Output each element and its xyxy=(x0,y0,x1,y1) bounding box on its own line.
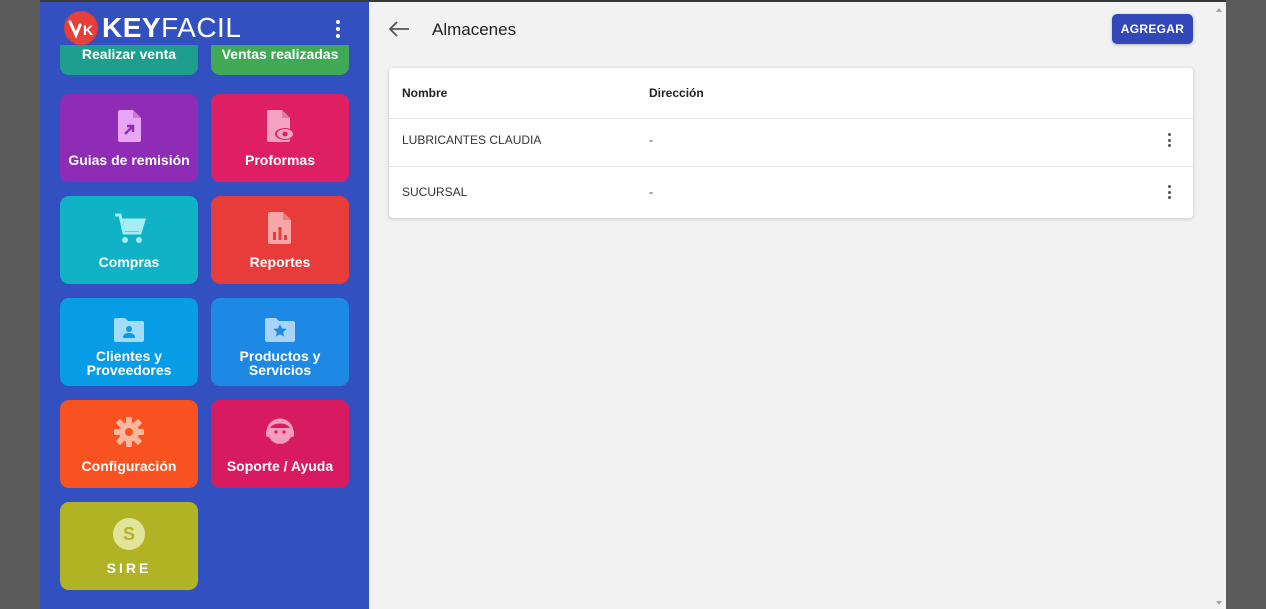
tile-label: Realizar venta xyxy=(81,46,177,62)
column-header-nombre[interactable]: Nombre xyxy=(402,86,447,100)
sire-coin-icon: S xyxy=(112,516,146,552)
tile-label: Configuración xyxy=(81,458,177,474)
tile-soporte-ayuda[interactable]: Soporte / Ayuda xyxy=(211,400,349,488)
document-arrow-icon xyxy=(112,108,146,144)
scroll-down-arrow-icon[interactable] xyxy=(1216,601,1222,605)
sidebar-menu-kebab-icon[interactable] xyxy=(332,18,344,40)
document-eye-icon xyxy=(263,108,297,144)
vertical-scrollbar[interactable] xyxy=(1213,2,1226,609)
page-title: Almacenes xyxy=(432,20,517,39)
tile-sire[interactable]: S SIRE xyxy=(60,502,198,590)
sidebar: K KEYFACIL Realizar venta Ventas realiza… xyxy=(40,2,369,609)
add-button[interactable]: AGREGAR xyxy=(1112,14,1193,44)
svg-text:S: S xyxy=(123,524,135,544)
shopping-cart-icon xyxy=(112,210,147,246)
support-agent-icon xyxy=(263,414,297,450)
folder-person-icon xyxy=(112,312,146,348)
back-arrow-icon[interactable] xyxy=(387,19,411,39)
logo-mark-icon: K xyxy=(64,11,98,45)
brand-name-light: FACIL xyxy=(161,12,242,43)
gear-icon xyxy=(112,414,146,450)
tile-productos-y-servicios[interactable]: Productos y Servicios xyxy=(211,298,349,386)
warehouses-table: Nombre Dirección LUBRICANTES CLAUDIA - S… xyxy=(389,68,1193,218)
brand-name-bold: KEY xyxy=(102,12,162,43)
tile-label: Ventas realizadas xyxy=(221,46,339,62)
brand-logo[interactable]: K KEYFACIL xyxy=(64,11,241,45)
cell-nombre: LUBRICANTES CLAUDIA xyxy=(402,133,542,147)
scroll-up-arrow-icon[interactable] xyxy=(1216,8,1222,12)
tile-clientes-y-proveedores[interactable]: Clientes y Proveedores xyxy=(60,298,198,386)
tile-ventas-realizadas[interactable]: Ventas realizadas xyxy=(211,45,349,75)
tile-label: SIRE xyxy=(106,560,152,576)
tile-label: Guias de remisión xyxy=(68,152,190,168)
tile-proformas[interactable]: Proformas xyxy=(211,94,349,182)
cell-direccion: - xyxy=(649,133,653,147)
tile-realizar-venta[interactable]: Realizar venta xyxy=(60,45,198,75)
cell-direccion: - xyxy=(649,185,653,199)
table-header-row: Nombre Dirección xyxy=(389,68,1193,119)
tile-compras[interactable]: Compras xyxy=(60,196,198,284)
svg-text:K: K xyxy=(83,22,93,38)
tile-guias-de-remision[interactable]: Guias de remisión xyxy=(60,94,198,182)
folder-star-icon xyxy=(263,312,297,348)
table-row[interactable]: SUCURSAL - xyxy=(389,167,1193,218)
tile-label: Proformas xyxy=(244,152,316,168)
tile-label: Clientes y Proveedores xyxy=(86,348,172,378)
tile-label: Soporte / Ayuda xyxy=(226,458,334,474)
row-actions-kebab-icon[interactable] xyxy=(1162,183,1176,201)
brand-name: KEYFACIL xyxy=(102,11,241,45)
tile-configuracion[interactable]: Configuración xyxy=(60,400,198,488)
tile-label: Compras xyxy=(98,254,160,270)
tile-label: Reportes xyxy=(249,254,311,270)
main-content: Almacenes AGREGAR Nombre Dirección LUBRI… xyxy=(369,2,1213,609)
table-row[interactable]: LUBRICANTES CLAUDIA - xyxy=(389,115,1193,167)
report-chart-icon xyxy=(263,210,297,246)
row-actions-kebab-icon[interactable] xyxy=(1162,131,1176,149)
cell-nombre: SUCURSAL xyxy=(402,185,468,199)
column-header-direccion[interactable]: Dirección xyxy=(649,86,704,100)
tile-reportes[interactable]: Reportes xyxy=(211,196,349,284)
tile-label: Productos y Servicios xyxy=(239,348,321,378)
